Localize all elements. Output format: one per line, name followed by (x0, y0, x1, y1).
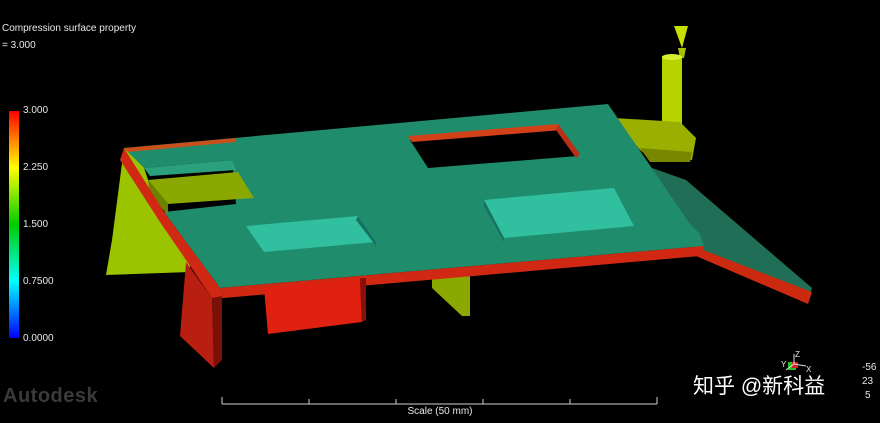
orientation-triad-icon[interactable]: Z Y X (776, 348, 816, 388)
scale-bar (221, 397, 658, 405)
orientation-readout-3: 5 (865, 390, 871, 401)
triad-axis-x: X (806, 365, 812, 374)
triad-axis-z: Z (795, 350, 800, 359)
autodesk-logo-text: Autodesk (3, 385, 99, 407)
orientation-readout-1: -56 (862, 362, 877, 373)
orientation-readout-2: 23 (862, 376, 874, 387)
triad-axis-y: Y (781, 360, 787, 369)
scale-label: Scale (50 mm) (407, 406, 473, 417)
